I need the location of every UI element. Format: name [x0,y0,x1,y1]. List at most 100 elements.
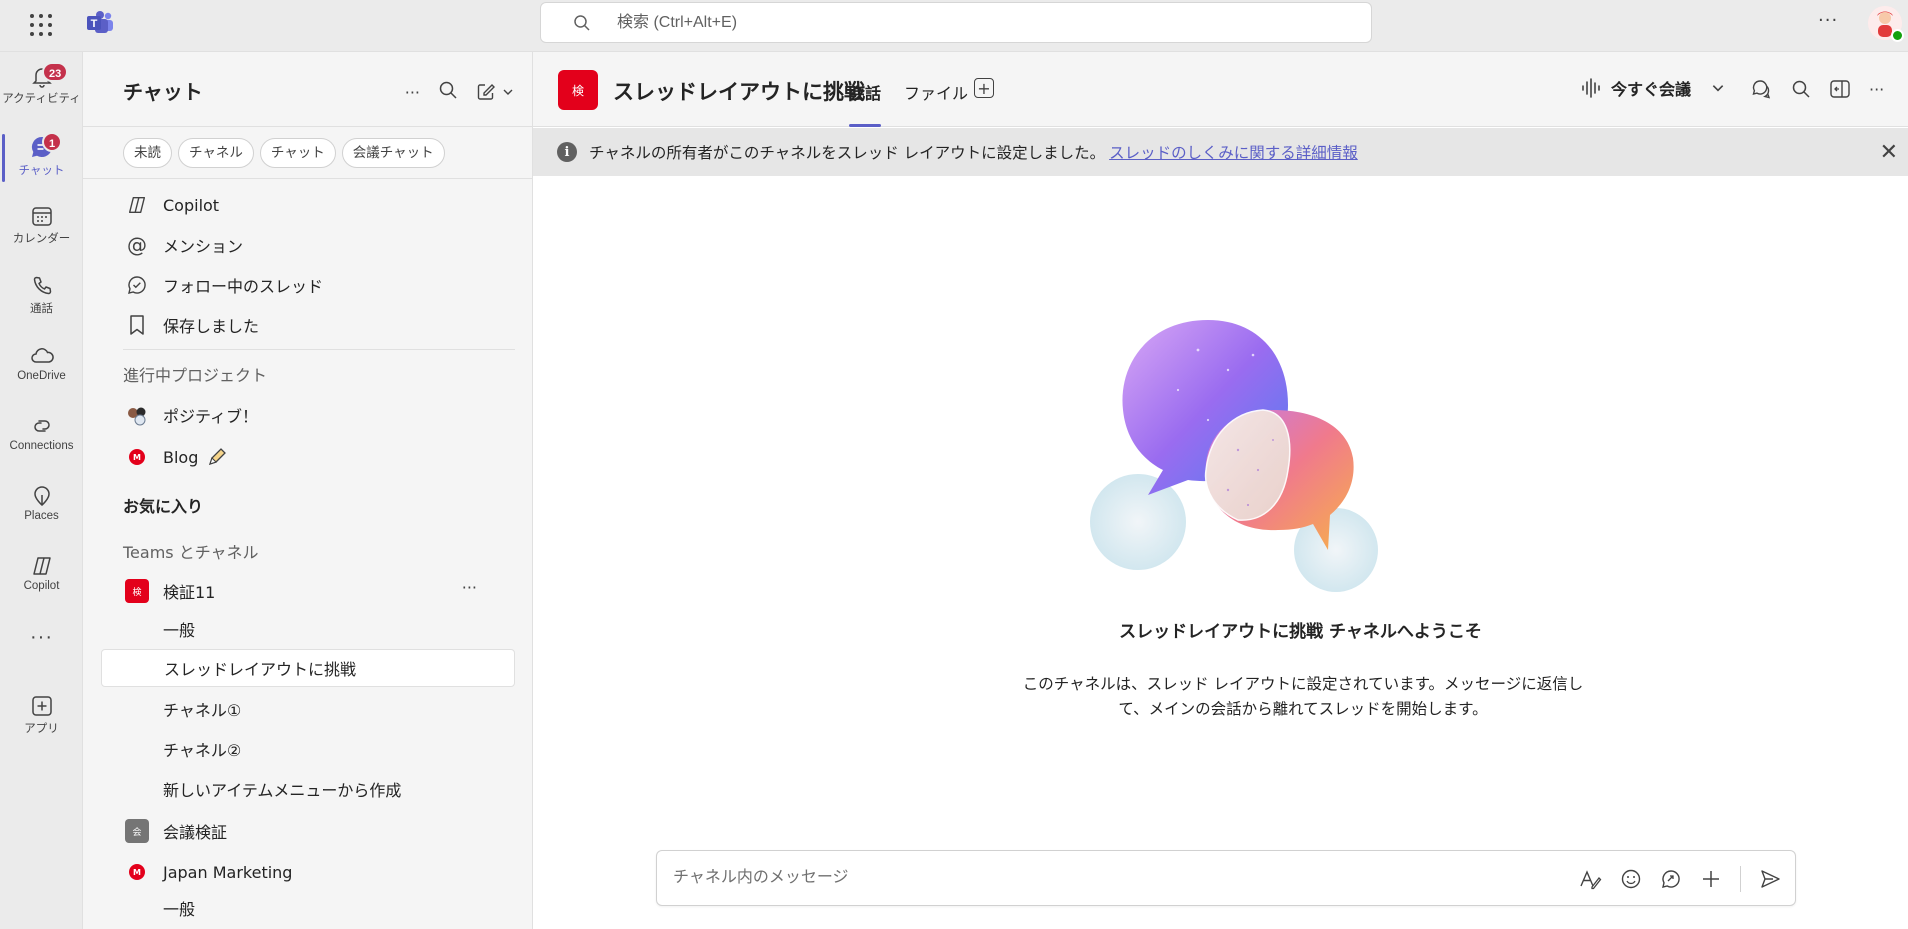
search-input[interactable] [617,11,1317,35]
phone-icon [33,276,51,295]
team-name: Japan Marketing [163,862,293,882]
activity-badge: 23 [42,62,69,82]
list-item-copilot[interactable]: Copilot [83,186,513,224]
panel-more-icon[interactable]: ··· [405,83,420,102]
rail-item-places[interactable]: Places [0,476,83,540]
team-item-japan-marketing[interactable]: M Japan Marketing [83,853,513,891]
channel-name: スレッドレイアウトに挑戦 [164,660,357,679]
welcome-line: このチャネルは、スレッド レイアウトに設定されています。メッセージに返信し [1022,675,1584,693]
team-item-kensho11[interactable]: 検 検証11 ··· [83,572,513,610]
tab-files[interactable]: ファイル [904,80,968,127]
audio-wave-icon [1582,78,1600,98]
rail-item-label: カレンダー [12,233,71,245]
loop-icon[interactable] [1660,868,1682,890]
pencil-icon [209,448,227,466]
chat-bubbles-illustration-icon [1090,320,1378,592]
rail-item-connections[interactable]: Connections [0,406,83,470]
section-favorites[interactable]: お気に入り [123,493,203,517]
channel-title: スレッドレイアウトに挑戦 [613,80,865,104]
welcome-description: このチャネルは、スレッド レイアウトに設定されています。メッセージに返信し て、… [963,672,1643,722]
chevron-down-icon[interactable] [1711,81,1725,95]
cloud-icon [30,348,54,363]
welcome-line: て、メインの会話から離れてスレッドを開始します。 [1118,700,1488,718]
top-bar: T ··· [0,0,1908,52]
meet-now-button[interactable]: 今すぐ会議 [1581,76,1725,100]
calendar-icon [31,207,52,226]
channel-item-channel2[interactable]: チャネル② [83,730,513,768]
add-tab-icon[interactable]: + [974,78,994,98]
channel-item-new-item-menu[interactable]: 新しいアイテムメニューから作成 [83,770,513,808]
tab-conversation[interactable]: 会話 [849,80,882,127]
list-item-label: フォロー中のスレッド [163,277,324,296]
followed-thread-icon [128,276,146,294]
conversation-icon[interactable] [1751,78,1773,100]
section-teams[interactable]: Teams とチャネル [123,539,259,563]
channel-main: 検 スレッドレイアウトに挑戦 会話 ファイル + 今すぐ会議 ··· i チャネ… [533,52,1908,929]
banner-learn-more-link[interactable]: スレッドのしくみに関する詳細情報 [1109,141,1358,163]
search-icon[interactable] [1791,79,1811,99]
team-more-icon[interactable]: ··· [462,578,477,597]
list-item-label: メンション [163,237,244,256]
rail-item-onedrive[interactable]: OneDrive [0,336,83,400]
at-icon: @ [127,233,147,257]
list-item-positive[interactable]: ポジティブ！ [83,396,513,434]
channel-item-general[interactable]: 一般 [83,610,513,648]
chip-unread[interactable]: 未読 [123,138,172,168]
list-item-label: 保存しました [163,317,260,336]
rail-item-label: Copilot [23,580,60,592]
svg-text:T: T [91,18,98,30]
rail-more-apps[interactable]: ··· [0,622,83,662]
rail-item-label: アプリ [24,723,59,735]
message-input[interactable] [673,866,1553,890]
emoji-icon[interactable] [1620,868,1642,890]
chat-badge: 1 [42,132,63,152]
send-icon[interactable] [1759,868,1781,890]
panel-search-icon[interactable] [438,80,458,104]
chip-channels[interactable]: チャネル [178,138,254,168]
channel-name: チャネル② [163,741,242,760]
channel-more-icon[interactable]: ··· [1869,80,1884,99]
list-item-followed-threads[interactable]: フォロー中のスレッド [83,266,513,304]
app-launcher-icon[interactable] [28,12,52,36]
team-item-meeting-test[interactable]: 会 会議検証 [83,812,513,850]
list-item-blog[interactable]: M Blog [83,438,513,476]
rail-item-copilot[interactable]: Copilot [0,546,83,610]
info-banner: i チャネルの所有者がこのチャネルをスレッド レイアウトに設定しました。 スレッ… [533,128,1908,176]
copilot-icon [128,196,146,214]
close-icon[interactable]: ✕ [1880,140,1898,165]
rail-item-calls[interactable]: 通話 [0,266,83,330]
channel-item-channel1[interactable]: チャネル① [83,690,513,728]
list-item-mentions[interactable]: @ メンション [83,226,513,264]
list-item-saved[interactable]: 保存しました [83,306,513,344]
channel-item-thread-layout[interactable]: スレッドレイアウトに挑戦 [101,649,515,687]
chevron-down-icon[interactable] [502,86,514,98]
format-text-icon[interactable] [1578,868,1602,890]
chip-meeting-chats[interactable]: 会議チャット [341,138,445,168]
chip-chats[interactable]: チャット [259,138,336,168]
channel-avatar-icon: 検 [558,70,598,110]
copilot-icon [32,557,51,575]
add-icon[interactable] [1700,868,1722,890]
rail-item-chat[interactable]: 1 チャット [0,126,83,190]
team-avatar-icon: 検 [125,579,149,603]
rail-item-label: OneDrive [17,370,66,382]
connections-icon [33,420,50,432]
rail-item-label: アクティビティ [2,93,81,105]
rail-item-activity[interactable]: 23 アクティビティ [0,56,83,120]
more-options-icon[interactable]: ··· [1818,10,1838,31]
side-panel-icon[interactable] [1829,79,1851,99]
search-box[interactable] [540,2,1372,43]
avatar[interactable] [1868,6,1904,42]
rail-item-label: 通話 [30,303,53,315]
bookmark-icon [130,315,144,335]
banner-message: チャネルの所有者がこのチャネルをスレッド レイアウトに設定しました。 [589,144,1106,162]
channel-name: 一般 [163,900,196,919]
meet-now-label: 今すぐ会議 [1611,80,1692,99]
channel-item-general[interactable]: 一般 [83,889,513,927]
new-chat-icon[interactable] [476,82,514,102]
rail-item-apps[interactable]: アプリ [0,686,83,750]
section-projects[interactable]: 進行中プロジェクト [123,362,267,386]
rail-item-calendar[interactable]: カレンダー [0,196,83,260]
list-item-label: Blog [163,447,199,467]
teams-logo-icon: T [87,11,113,33]
